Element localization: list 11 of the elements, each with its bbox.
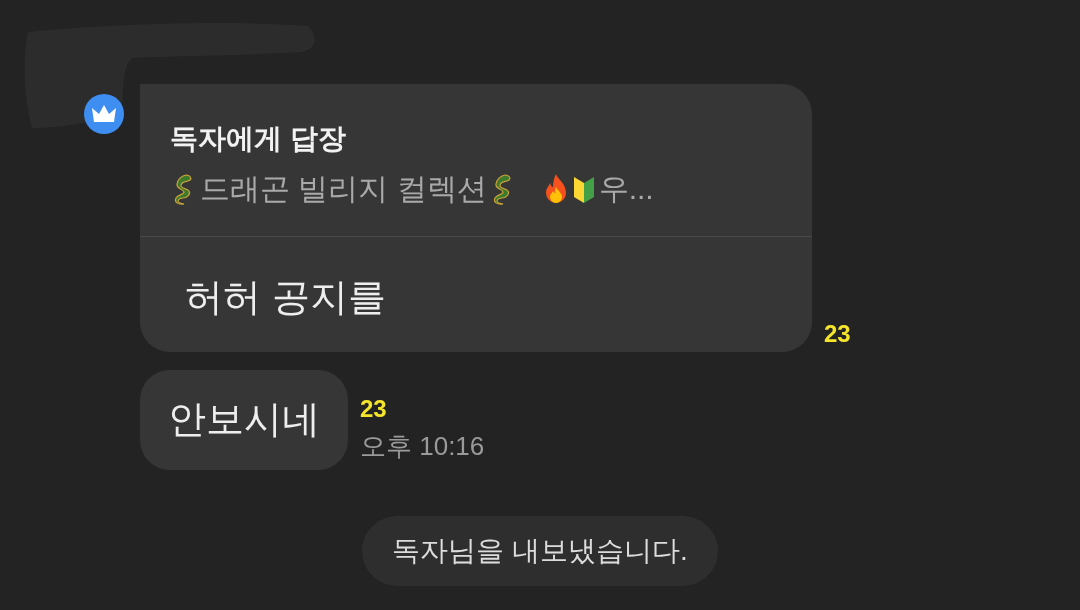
reply-title: 독자에게 답장 (170, 122, 347, 156)
system-notice: 독자님을 내보냈습니다. (362, 516, 718, 586)
crown-icon (84, 94, 124, 134)
message-time: 오후 10:16 (360, 429, 485, 463)
message-text: 허허 공지를 (184, 275, 387, 320)
quoted-text: 드래곤 빌리지 컬렉션 (200, 174, 487, 204)
unread-count: 23 (824, 319, 851, 349)
unread-count: 23 (360, 393, 388, 424)
reply-bubble[interactable]: 독자에게 답장 드래곤 빌리지 컬렉션 우... 허허 공지를 (140, 84, 812, 352)
message-bubble[interactable]: 안보시네 (140, 370, 348, 470)
quoted-text: 우... (598, 174, 654, 204)
